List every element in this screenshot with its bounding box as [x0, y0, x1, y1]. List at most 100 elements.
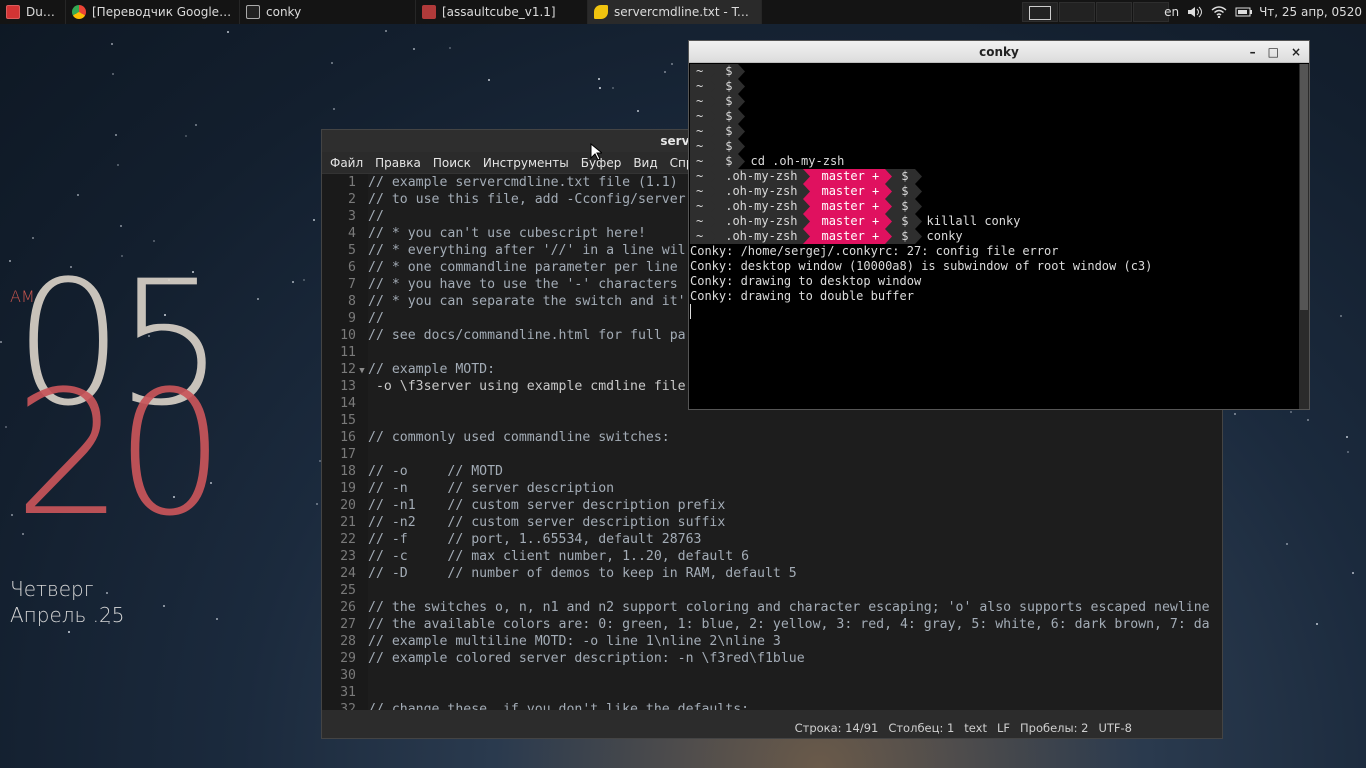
menu-item[interactable]: Правка [369, 152, 427, 174]
status-lexer[interactable]: text [964, 721, 987, 735]
code-text: // * you have to use the '-' characters [368, 277, 678, 292]
code-line: 28 // example multiline MOTD: -o line 1\n… [322, 633, 1222, 650]
line-number: 11 [340, 345, 356, 360]
prompt-line: ~ $ [690, 64, 747, 79]
line-number: 7 [348, 277, 356, 292]
code-text: // -n1 // custom server description pref… [368, 498, 726, 513]
prompt-line: ~ .oh-my-zsh master + $ [690, 199, 923, 214]
minimize-button[interactable]: – [1250, 41, 1256, 63]
terminal-body[interactable]: ~ $ ~ $ ~ $ ~ $ ~ $ ~ $ ~ $ cd .oh-my-zsh ~ .oh-my-zsh ma… [689, 64, 1299, 409]
prompt-home: ~ [690, 79, 710, 94]
star [117, 164, 119, 166]
conky-minute: 20 [14, 353, 225, 554]
line-number: 28 [340, 634, 356, 649]
taskbar-item-assaultcube[interactable]: [assaultcube_v1.1] [416, 0, 588, 24]
prompt-dir: .oh-my-zsh [717, 229, 804, 244]
status-encoding[interactable]: UTF-8 [1098, 721, 1132, 735]
star [257, 298, 259, 300]
powerline-separator-icon [803, 229, 812, 244]
line-number: 30 [340, 668, 356, 683]
code-text: // example servercmdline.txt file (1.1) [368, 175, 678, 190]
volume-icon[interactable] [1187, 6, 1203, 18]
code-line: 20 // -n1 // custom server description pr… [322, 497, 1222, 514]
prompt-dollar: $ [717, 64, 739, 79]
star [1340, 315, 1342, 317]
command-text: cd .oh-my-zsh [750, 154, 845, 168]
line-number: 2 [348, 192, 356, 207]
taskbar-item-conky[interactable]: conky [240, 0, 416, 24]
prompt-git-branch: master + [811, 199, 886, 214]
output-line: Conky: drawing to desktop window [690, 274, 922, 288]
line-number: 14 [340, 396, 356, 411]
star [316, 503, 318, 505]
command-text: conky [926, 229, 963, 243]
powerline-separator-icon [803, 169, 812, 184]
prompt-line: ~ $ [690, 94, 747, 109]
prompt-line: ~ $ [690, 139, 747, 154]
mouse-pointer-icon [590, 143, 602, 161]
code-text: // example multiline MOTD: -o line 1\nli… [368, 634, 781, 649]
powerline-separator-icon [885, 184, 894, 199]
code-line: 18 // -o // MOTD [322, 463, 1222, 480]
powerline-separator-icon [914, 169, 923, 184]
status-eol[interactable]: LF [997, 721, 1010, 735]
maximize-button[interactable]: □ [1268, 41, 1279, 63]
star [115, 134, 117, 136]
system-tray: en Чт, 25 апр, 0520 [1164, 0, 1366, 24]
taskbar-item-google-translate[interactable]: [Переводчик Google - Go... [66, 0, 240, 24]
menu-item[interactable]: Поиск [427, 152, 477, 174]
status-indent[interactable]: Пробелы: 2 [1020, 721, 1088, 735]
line-number: 12 [340, 362, 356, 377]
prompt-line: ~ .oh-my-zsh master + $ [690, 184, 923, 199]
star [77, 194, 79, 196]
menu-item[interactable]: Инструменты [477, 152, 575, 174]
code-text: // example MOTD: [368, 362, 496, 377]
code-line: 27 // the available colors are: 0: green,… [322, 616, 1222, 633]
keyboard-layout[interactable]: en [1164, 5, 1179, 19]
close-button[interactable]: × [1291, 41, 1301, 63]
prompt-dollar: $ [893, 229, 915, 244]
workspace-2[interactable] [1059, 2, 1095, 22]
line-number: 21 [340, 515, 356, 530]
prompt-home: ~ [690, 184, 710, 199]
menu-item[interactable]: Вид [627, 152, 663, 174]
line-number: 1 [348, 175, 356, 190]
line-number: 6 [348, 260, 356, 275]
battery-icon[interactable] [1235, 6, 1253, 18]
wifi-icon[interactable] [1211, 6, 1227, 19]
horizontal-scrollbar[interactable] [322, 710, 1222, 718]
powerline-separator-icon [709, 94, 718, 109]
line-number: 27 [340, 617, 356, 632]
code-text: // * everything after '//' in a line wil [368, 243, 686, 258]
code-text: // [368, 311, 384, 326]
star [1286, 543, 1288, 545]
prompt-git-branch: master + [811, 229, 886, 244]
menu-item[interactable]: Файл [324, 152, 369, 174]
star [227, 31, 229, 33]
star [331, 62, 333, 64]
star [413, 48, 415, 50]
star [313, 219, 315, 221]
prompt-dollar: $ [717, 109, 739, 124]
workspace-1[interactable] [1022, 2, 1058, 22]
prompt-line: ~ .oh-my-zsh master + $ [690, 169, 923, 184]
powerline-separator-icon [803, 214, 812, 229]
code-line: 22 // -f // port, 1..65534, default 28763 [322, 531, 1222, 548]
powerline-separator-icon [709, 184, 718, 199]
code-text: // -n2 // custom server description suff… [368, 515, 726, 530]
line-number: 16 [340, 430, 356, 445]
line-number: 24 [340, 566, 356, 581]
line-number: 5 [348, 243, 356, 258]
star [488, 79, 490, 81]
terminal-cursor [690, 304, 691, 319]
star [195, 124, 197, 126]
taskbar-item-textadept[interactable]: servercmdline.txt - Textad... [588, 0, 762, 24]
scrollbar-thumb[interactable] [1300, 64, 1308, 310]
workspace-3[interactable] [1096, 2, 1132, 22]
terminal-scrollbar[interactable] [1299, 64, 1309, 409]
line-number: 15 [340, 413, 356, 428]
taskbar-item-dump[interactable]: Dump [0, 0, 66, 24]
star [112, 73, 114, 75]
panel-clock[interactable]: Чт, 25 апр, 0520 [1259, 5, 1362, 19]
prompt-dollar: $ [717, 79, 739, 94]
